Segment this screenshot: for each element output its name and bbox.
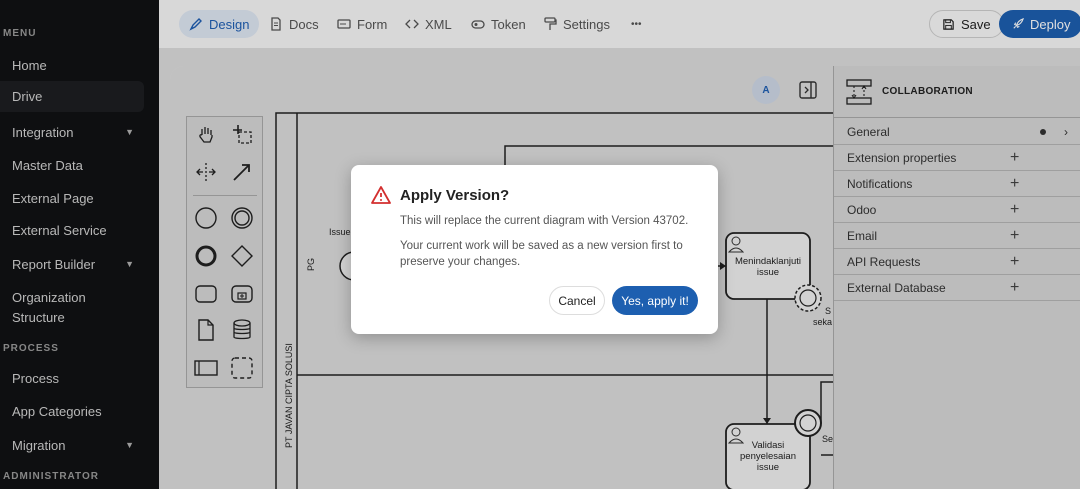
dialog-title: Apply Version? <box>400 187 510 204</box>
dialog-message-secondary: Your current work will be saved as a new… <box>400 240 683 268</box>
cancel-button[interactable]: Cancel <box>549 286 605 315</box>
warning-icon <box>371 186 391 204</box>
confirm-apply-button[interactable]: Yes, apply it! <box>612 286 698 315</box>
dialog-message: This will replace the current diagram wi… <box>400 215 689 227</box>
app-root: MENU Home Drive Integration ▼ Master Data… <box>0 0 1080 489</box>
apply-version-dialog: Apply Version? This will replace the cur… <box>351 165 718 334</box>
